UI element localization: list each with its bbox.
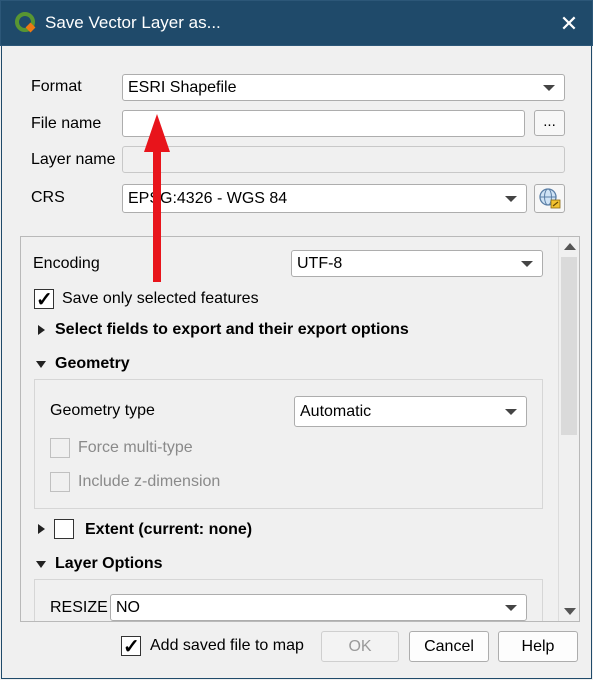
save-selected-label: Save only selected features <box>62 290 259 307</box>
extent-section[interactable]: Extent (current: none) <box>85 521 252 539</box>
format-label: Format <box>31 78 82 95</box>
layer-options-group: RESIZE NO <box>34 579 543 621</box>
file-name-input[interactable] <box>122 110 525 137</box>
file-name-label: File name <box>31 115 102 132</box>
chevron-down-icon <box>505 409 517 415</box>
crs-select-button[interactable] <box>534 184 565 213</box>
encoding-value: UTF-8 <box>297 255 343 272</box>
collapse-arrow-icon[interactable] <box>36 561 46 568</box>
extent-checkbox[interactable] <box>54 519 74 539</box>
title-bar: Save Vector Layer as... ✕ <box>0 0 593 46</box>
include-z-checkbox[interactable] <box>50 472 70 492</box>
format-combobox[interactable]: ESRI Shapefile <box>122 74 565 101</box>
layer-name-label: Layer name <box>31 151 116 168</box>
crs-combobox[interactable]: EPSG:4326 - WGS 84 <box>122 184 527 213</box>
force-multi-label: Force multi-type <box>78 439 193 456</box>
add-to-map-checkbox[interactable] <box>121 634 141 659</box>
geometry-section[interactable]: Geometry <box>55 355 130 373</box>
qgis-logo-icon <box>15 12 36 33</box>
add-to-map-label: Add saved file to map <box>150 637 304 654</box>
chevron-down-icon <box>521 261 533 267</box>
collapse-arrow-icon[interactable] <box>36 361 46 368</box>
resize-label: RESIZE <box>50 599 108 616</box>
scroll-down-arrow-icon[interactable] <box>564 608 576 615</box>
geometry-group: Geometry type Automatic Force multi-type… <box>34 379 543 509</box>
include-z-label: Include z-dimension <box>78 473 221 490</box>
layer-options-section[interactable]: Layer Options <box>55 555 163 573</box>
geometry-type-value: Automatic <box>300 403 372 420</box>
resize-value: NO <box>116 599 140 616</box>
ok-button[interactable]: OK <box>321 631 399 662</box>
scrollbar-thumb[interactable] <box>561 257 577 435</box>
crs-value: EPSG:4326 - WGS 84 <box>128 190 288 207</box>
layer-name-input <box>122 146 565 173</box>
close-button[interactable]: ✕ <box>546 1 592 46</box>
crs-label: CRS <box>31 189 65 206</box>
scroll-up-arrow-icon[interactable] <box>564 243 576 250</box>
encoding-combobox[interactable]: UTF-8 <box>291 250 543 277</box>
globe-projection-icon <box>539 188 561 209</box>
encoding-label: Encoding <box>33 255 100 272</box>
geometry-type-label: Geometry type <box>50 402 155 419</box>
expand-arrow-icon[interactable] <box>38 325 45 335</box>
options-scroll-area: Encoding UTF-8 Save only selected featur… <box>20 236 580 622</box>
save-selected-checkbox[interactable] <box>34 287 54 312</box>
format-value: ESRI Shapefile <box>128 79 237 96</box>
help-button[interactable]: Help <box>498 631 578 662</box>
vertical-scrollbar[interactable] <box>558 237 579 621</box>
cancel-button[interactable]: Cancel <box>409 631 489 662</box>
chevron-down-icon <box>543 85 555 91</box>
resize-combobox[interactable]: NO <box>110 594 527 621</box>
force-multi-checkbox[interactable] <box>50 438 70 458</box>
chevron-down-icon <box>505 605 517 611</box>
chevron-down-icon <box>505 196 517 202</box>
expand-arrow-icon[interactable] <box>38 524 45 534</box>
geometry-type-combobox[interactable]: Automatic <box>294 396 527 427</box>
browse-button[interactable]: ... <box>534 110 565 136</box>
window-title: Save Vector Layer as... <box>45 13 221 32</box>
select-fields-section[interactable]: Select fields to export and their export… <box>55 321 409 339</box>
